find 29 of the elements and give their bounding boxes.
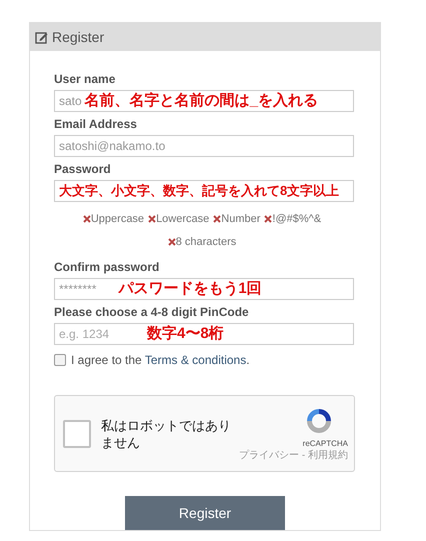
field-label: Please choose a 4-8 digit PinCode: [54, 304, 250, 320]
field-label: Password: [54, 161, 112, 177]
input-field[interactable]: satoshi@nakamo.to: [54, 135, 354, 157]
annotation: 名前、名字と名前の間は_を入れる: [84, 91, 318, 111]
register-button[interactable]: Register: [125, 496, 285, 530]
field-label: Email Address: [54, 116, 138, 132]
password-rule: Uppercase: [90, 212, 144, 227]
password-rule: Number: [221, 212, 260, 227]
field-label: User name: [54, 71, 116, 87]
password-rule: 8 characters: [176, 234, 236, 250]
input-field[interactable]: e.g. 1234 数字4〜8桁: [54, 323, 354, 345]
annotation: 大文字、小文字、数字、記号を入れて8文字以上: [59, 182, 340, 200]
checkbox[interactable]: [54, 354, 66, 366]
captcha-brand: reCAPTCHA: [302, 438, 348, 450]
terms-link[interactable]: Terms & conditions: [144, 353, 246, 367]
edit-icon: [35, 30, 48, 44]
agree-text: I agree to the Terms & conditions.: [71, 352, 250, 369]
annotation: 数字4〜8桁: [147, 324, 224, 344]
password-rule: Lowercase: [156, 212, 210, 227]
annotation: パスワードをもう1回: [118, 279, 262, 299]
captcha-footer: プライバシー - 利用規約: [239, 450, 348, 462]
input-field[interactable]: 大文字、小文字、数字、記号を入れて8文字以上: [54, 180, 354, 202]
captcha-checkbox[interactable]: [63, 420, 91, 448]
input-field[interactable]: sato 名前、名字と名前の間は_を入れる: [54, 90, 354, 112]
input-field[interactable]: ******** パスワードをもう1回: [54, 278, 354, 300]
captcha-label: 私はロボットではありません: [101, 416, 232, 450]
password-rule: !@#$%^&: [272, 212, 322, 227]
panel-title: Register: [52, 28, 104, 47]
field-label: Confirm password: [54, 259, 160, 275]
